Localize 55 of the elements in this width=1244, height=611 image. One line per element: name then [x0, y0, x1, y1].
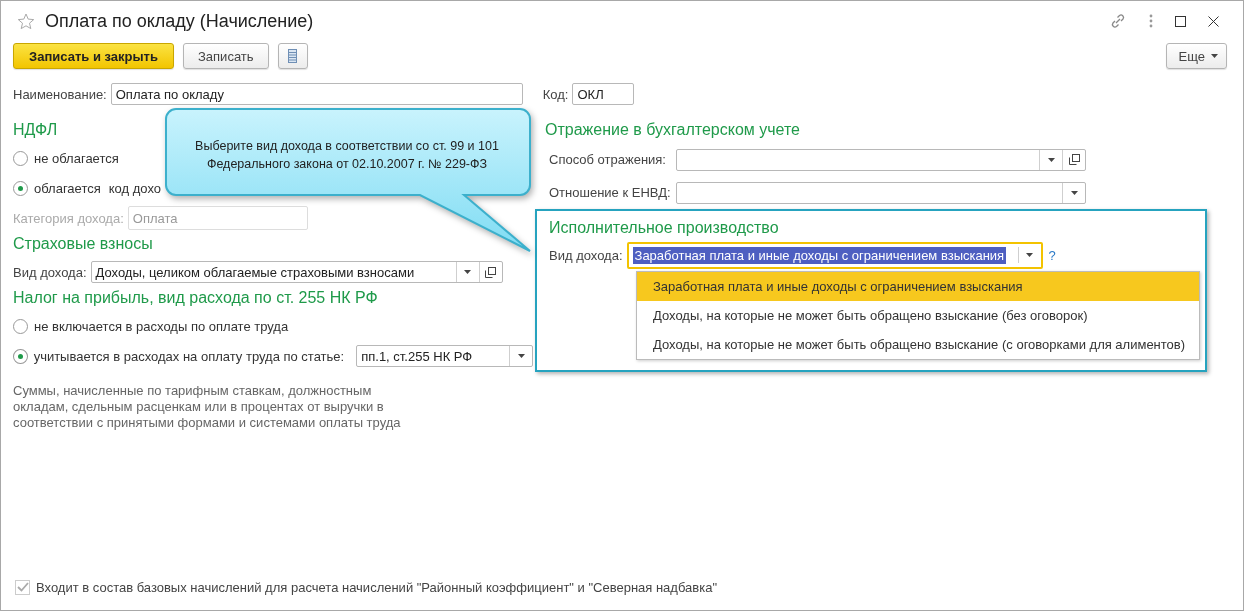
section-title: Налог на прибыль, вид расхода по ст. 255 НК РФ [13, 289, 379, 308]
dropdown-item[interactable]: Доходы, на которые не может быть обращено взыскание (с оговорками для алиментов) [637, 330, 1199, 359]
field-label: Категория дохода: [13, 210, 124, 226]
window-title: Оплата по окладу (Начисление) [45, 10, 314, 32]
field-label: Вид дохода: [549, 247, 623, 263]
input-field[interactable] [676, 181, 1086, 204]
radio-label: учитывается в расходах на оплату труда по статье: [33, 348, 345, 364]
field-label: Вид дохода: [13, 264, 87, 280]
section-title: Исполнительное производство [549, 219, 780, 238]
input-field[interactable] [676, 148, 1086, 171]
input-field[interactable]: ОКЛ [572, 83, 635, 105]
field-label: Отношение к ЕНВД: [549, 185, 672, 200]
radio-button[interactable] [13, 318, 28, 334]
check-icon [16, 582, 29, 592]
save-close-button[interactable]: Записать и закрыть [13, 43, 174, 69]
section-title: Страховые взносы [13, 235, 154, 254]
open-form-icon [485, 266, 497, 278]
more-button[interactable]: Еще [1165, 43, 1227, 69]
help-link[interactable]: ? [1048, 247, 1056, 263]
section-title: НДФЛ [13, 121, 59, 140]
input-field[interactable]: пп.1, ст.255 НК РФ [356, 345, 533, 367]
section-title: Отражение в бухгалтерском учете [545, 121, 801, 140]
more-icon[interactable] [1149, 14, 1153, 28]
description-text: Суммы, начисленные по тарифным ставкам, должностным окладам, сдельным расценкам или в процентах от выручки в соответствии с принятыми формами и системами оплаты труда [13, 383, 402, 431]
close-icon[interactable] [1208, 15, 1219, 27]
radio-label: не включается в расходы по оплате труда [34, 318, 289, 334]
star-icon [17, 12, 35, 30]
open-form-icon [1068, 154, 1080, 165]
radio-button[interactable] [13, 348, 28, 364]
caret-icon [1211, 54, 1218, 58]
input-field[interactable]: Доходы, целиком облагаемые страховыми взносами [90, 261, 503, 283]
field-label: код дохо [108, 180, 161, 196]
list-icon [288, 49, 298, 63]
maximize-icon[interactable] [1175, 15, 1186, 27]
link-icon[interactable] [1109, 12, 1127, 30]
input-field[interactable]: Оплата по окладу [110, 83, 523, 105]
caret-icon [1070, 190, 1078, 195]
field-label: Способ отражения: [549, 152, 667, 167]
input-field[interactable]: Заработная плата и иные доходы с ограничением взыскания [626, 241, 1043, 269]
radio-label: не облагается [34, 150, 119, 166]
list-button[interactable] [277, 43, 308, 69]
caret-icon [1047, 157, 1055, 162]
radio-button[interactable] [13, 150, 28, 166]
save-button[interactable]: Записать [183, 43, 269, 69]
caret-icon [464, 270, 472, 274]
radio-button[interactable] [13, 180, 28, 196]
field-label: Наименование: [13, 86, 107, 102]
radio-label: облагается [34, 180, 101, 196]
dropdown-item[interactable]: Доходы, на которые не может быть обращено взыскание (без оговорок) [637, 301, 1199, 330]
callout-text: Выберите вид дохода в соответствии со ст. 99 и 101 Федерального закона от 02.10.2007 г. № 229-ФЗ [194, 138, 500, 173]
dropdown-item[interactable]: Заработная плата и иные доходы с ограничением взыскания [637, 272, 1199, 301]
caret-icon [1026, 253, 1034, 257]
checkbox-label: Входит в состав базовых начислений для расчета начислений "Районный коэффициент" и "Северная надбавка" [36, 579, 718, 595]
field-label: Код: [542, 86, 569, 102]
caret-icon [517, 354, 525, 358]
